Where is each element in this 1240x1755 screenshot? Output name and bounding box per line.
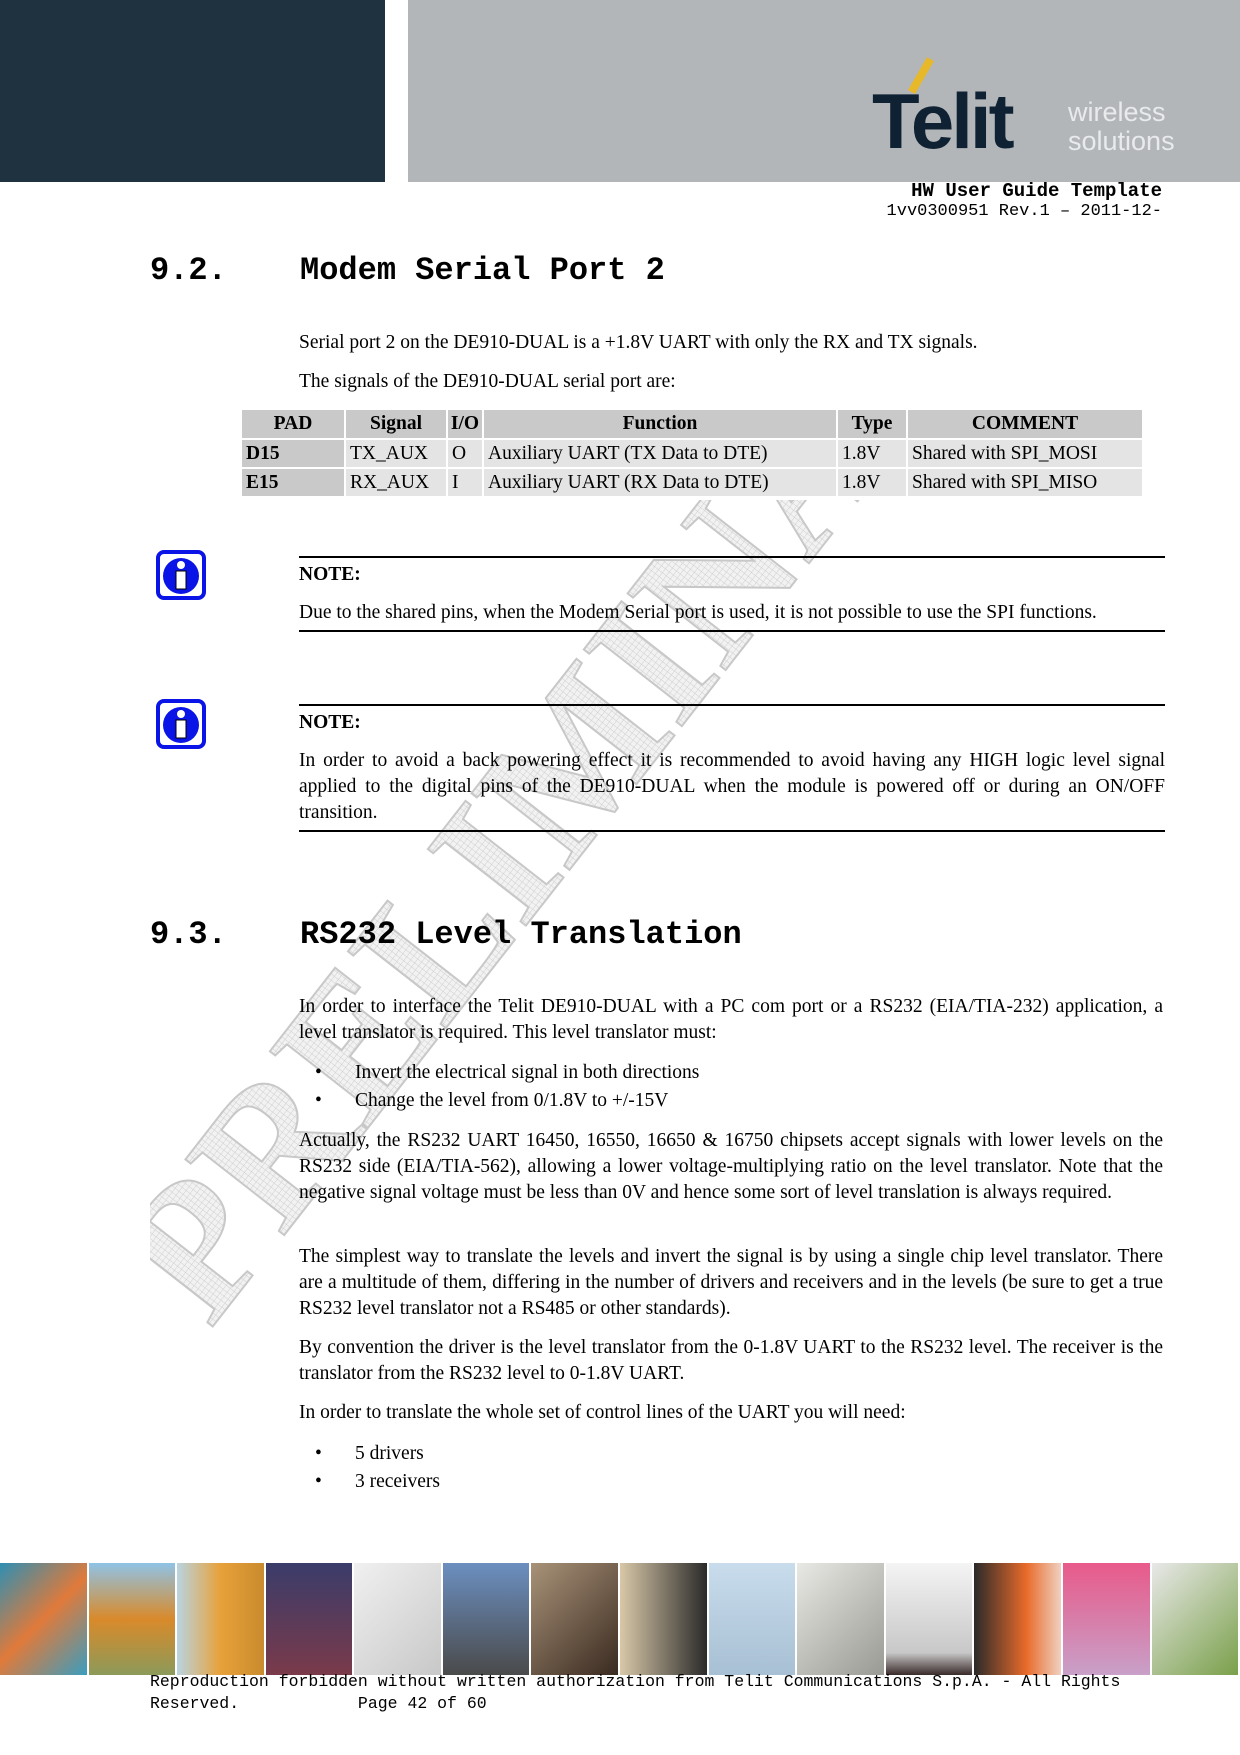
footer-photo xyxy=(0,1563,87,1675)
table-row: E15 RX_AUX I Auxiliary UART (RX Data to … xyxy=(242,469,1142,496)
footer-photo xyxy=(442,1563,530,1675)
section-title: Modem Serial Port 2 xyxy=(300,252,665,289)
cell-pad: E15 xyxy=(242,469,344,496)
intro-paragraph-1: Serial port 2 on the DE910-DUAL is a +1.… xyxy=(299,332,978,353)
column-header-pad: PAD xyxy=(242,410,344,438)
paragraph: By convention the driver is the level tr… xyxy=(299,1337,1163,1384)
cell-function: Auxiliary UART (RX Data to DTE) xyxy=(484,469,836,496)
note-title: NOTE: xyxy=(299,564,361,585)
column-header-signal: Signal xyxy=(346,410,446,438)
cell-io: O xyxy=(448,440,482,467)
note-box-2: NOTE: In order to avoid a back powering … xyxy=(299,704,1165,832)
paragraph: The simplest way to translate the levels… xyxy=(299,1246,1163,1319)
note-title: NOTE: xyxy=(299,712,361,733)
column-header-io: I/O xyxy=(448,410,482,438)
intro-paragraph-2: The signals of the DE910-DUAL serial por… xyxy=(299,371,676,392)
table-header-row: PAD Signal I/O Function Type COMMENT xyxy=(242,410,1142,438)
header-dark-panel xyxy=(0,0,385,182)
footer-photo xyxy=(354,1563,441,1675)
cell-io: I xyxy=(448,469,482,496)
section-number: 9.2. xyxy=(150,252,227,289)
cell-type: 1.8V xyxy=(838,469,906,496)
note-text: Due to the shared pins, when the Modem S… xyxy=(299,602,1097,623)
footer-photo xyxy=(797,1563,884,1675)
footer-photo xyxy=(265,1563,353,1675)
info-icon xyxy=(156,699,206,749)
cell-signal: TX_AUX xyxy=(346,440,446,467)
section-heading-9-3: 9.3. RS232 Level Translation xyxy=(150,916,742,953)
list-item: 3 receivers xyxy=(299,1468,440,1496)
footer-photo xyxy=(974,1563,1061,1675)
logo-tagline: wireless solutions xyxy=(1068,98,1175,156)
section-title: RS232 Level Translation xyxy=(300,916,742,953)
required-components-list: 5 drivers 3 receivers xyxy=(299,1440,440,1496)
footer-photo xyxy=(885,1563,973,1675)
cell-pad: D15 xyxy=(242,440,344,467)
section-number: 9.3. xyxy=(150,916,227,953)
list-item: 5 drivers xyxy=(299,1440,440,1468)
note-box-1: NOTE: Due to the shared pins, when the M… xyxy=(299,556,1165,632)
logo-tagline-line-2: solutions xyxy=(1068,126,1175,156)
cell-function: Auxiliary UART (TX Data to DTE) xyxy=(484,440,836,467)
column-header-comment: COMMENT xyxy=(908,410,1142,438)
info-icon xyxy=(156,550,206,600)
logo-tagline-line-1: wireless xyxy=(1068,97,1166,127)
footer-photo xyxy=(88,1563,176,1675)
serial-port-signals-table: PAD Signal I/O Function Type COMMENT D15… xyxy=(240,408,1144,498)
footer-line-2: Reserved. Page 42 of 60 xyxy=(150,1694,487,1713)
cell-type: 1.8V xyxy=(838,440,906,467)
list-item: Change the level from 0/1.8V to +/-15V xyxy=(299,1087,699,1115)
document-title: HW User Guide Template xyxy=(911,180,1162,202)
telit-logo: Telit wireless solutions xyxy=(872,52,1212,162)
note-text: In order to avoid a back powering effect… xyxy=(299,750,1165,823)
paragraph: Actually, the RS232 UART 16450, 16550, 1… xyxy=(299,1130,1163,1203)
document-revision: 1vv0300951 Rev.1 – 2011-12- xyxy=(886,202,1162,221)
footer-photo xyxy=(531,1563,619,1675)
footer-photo xyxy=(1062,1563,1150,1675)
translator-requirements-list: Invert the electrical signal in both dir… xyxy=(299,1059,699,1115)
section-heading-9-2: 9.2. Modem Serial Port 2 xyxy=(150,252,665,289)
footer-line-1: Reproduction forbidden without written a… xyxy=(150,1672,1121,1691)
column-header-type: Type xyxy=(838,410,906,438)
list-item: Invert the electrical signal in both dir… xyxy=(299,1059,699,1087)
paragraph: In order to interface the Telit DE910-DU… xyxy=(299,996,1163,1043)
cell-comment: Shared with SPI_MOSI xyxy=(908,440,1142,467)
paragraph: In order to translate the whole set of c… xyxy=(299,1402,906,1423)
table-row: D15 TX_AUX O Auxiliary UART (TX Data to … xyxy=(242,440,1142,467)
footer-copyright: Reproduction forbidden without written a… xyxy=(150,1671,1120,1715)
cell-comment: Shared with SPI_MISO xyxy=(908,469,1142,496)
footer-photo xyxy=(620,1563,707,1675)
footer-photo xyxy=(1151,1563,1239,1675)
cell-signal: RX_AUX xyxy=(346,469,446,496)
column-header-function: Function xyxy=(484,410,836,438)
footer-photo xyxy=(177,1563,264,1675)
footer-photo xyxy=(708,1563,796,1675)
footer-photo-strip xyxy=(0,1563,1240,1675)
logo-wordmark: Telit xyxy=(872,77,1015,165)
